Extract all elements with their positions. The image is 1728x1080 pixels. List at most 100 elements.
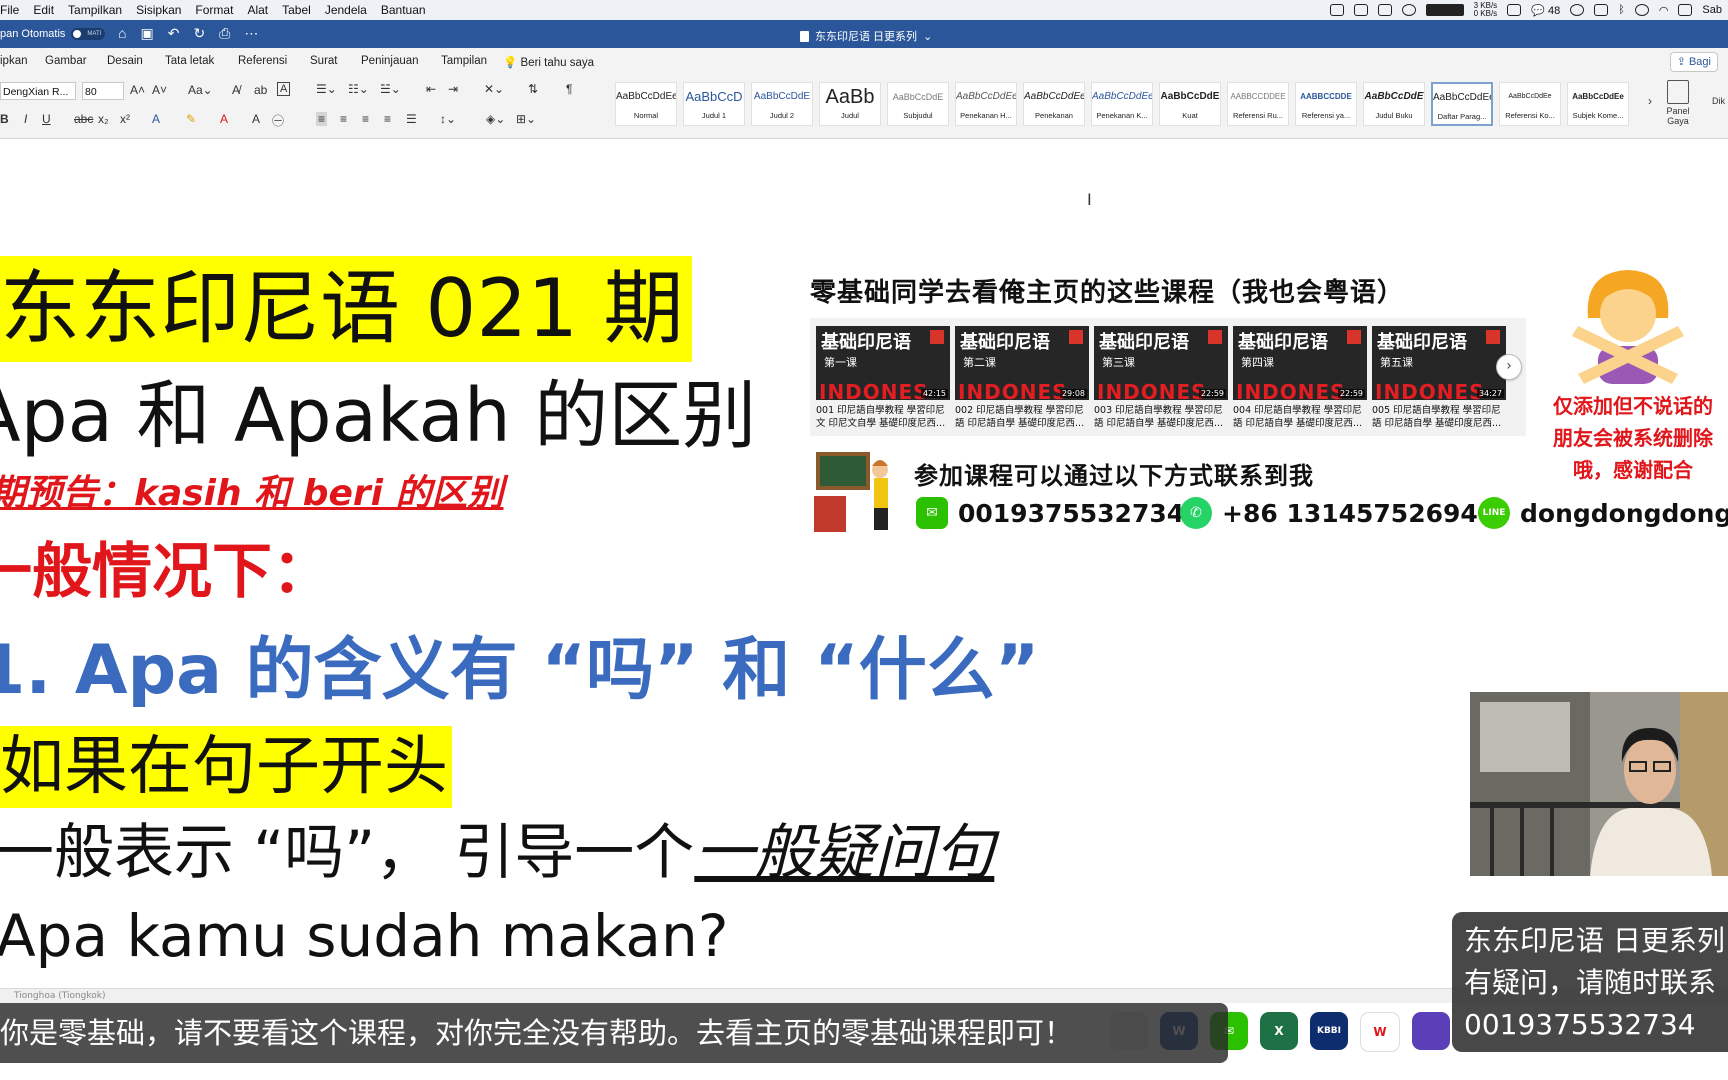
- tab-draw[interactable]: Gambar: [45, 55, 87, 67]
- menu-insert[interactable]: Sisipkan: [136, 3, 181, 17]
- video-caption[interactable]: 003 印尼語自學教程 學習印尼語 印尼語自學 基礎印度尼西...: [1094, 404, 1228, 430]
- print-icon[interactable]: ⎙: [219, 25, 230, 42]
- line-spacing-icon[interactable]: ↕⌄: [440, 112, 456, 126]
- battery-icon[interactable]: [1507, 4, 1522, 16]
- justify-icon[interactable]: ≡: [384, 112, 391, 126]
- video-caption[interactable]: 001 印尼語自學教程 學習印尼文 印尼文自學 基礎印度尼西...: [816, 404, 950, 430]
- excel-app-icon[interactable]: X: [1260, 1012, 1298, 1050]
- save-icon[interactable]: ▣: [140, 25, 153, 42]
- distributed-icon[interactable]: ☰: [406, 112, 417, 126]
- style-intense-reference[interactable]: AABBCCDDE Referensi ya...: [1295, 82, 1357, 126]
- line-contact[interactable]: LINE dongdongdong3: [1478, 496, 1728, 530]
- bold-icon[interactable]: B: [0, 112, 9, 126]
- numbering-icon[interactable]: ☷⌄: [348, 82, 369, 96]
- style-title[interactable]: AaBb Judul: [819, 82, 881, 126]
- share-button[interactable]: ⇪ Bagi: [1669, 52, 1718, 72]
- underline-icon[interactable]: U: [42, 112, 51, 126]
- menu-view[interactable]: Tampilkan: [68, 3, 122, 17]
- wechat-status-icon[interactable]: 💬 48: [1531, 4, 1560, 17]
- more-icon[interactable]: ⋯: [244, 25, 258, 42]
- style-emphasis[interactable]: AaBbCcDdEe Penekanan: [1023, 82, 1085, 126]
- menu-window[interactable]: Jendela: [325, 3, 367, 17]
- highlight-icon[interactable]: ✎: [186, 112, 196, 126]
- style-normal[interactable]: AaBbCcDdEe Normal: [615, 82, 677, 126]
- style-book-title[interactable]: AaBbCcDdE Judul Buku: [1363, 82, 1425, 126]
- subscript-icon[interactable]: x₂: [98, 112, 109, 126]
- shrink-font-icon[interactable]: A˅: [152, 83, 167, 97]
- video-caption[interactable]: 005 印尼語自學教程 學習印尼語 印尼語自學 基礎印度尼西...: [1372, 404, 1506, 430]
- style-comment-reference[interactable]: AaBbCcDdEe Referensi Ko...: [1499, 82, 1561, 126]
- menu-edit[interactable]: Edit: [33, 3, 54, 17]
- align-left-icon[interactable]: ≡: [316, 112, 328, 126]
- bluetooth-icon[interactable]: ᛒ: [1618, 4, 1625, 16]
- clear-format-icon[interactable]: A̸: [232, 83, 240, 97]
- tab-layout[interactable]: Tata letak: [165, 55, 214, 67]
- multilevel-list-icon[interactable]: ☱⌄: [380, 82, 401, 96]
- style-heading-1[interactable]: AaBbCcD Judul 1: [683, 82, 745, 126]
- align-right-icon[interactable]: ≡: [362, 112, 369, 126]
- styles-more-icon[interactable]: ›: [1648, 94, 1652, 108]
- wechat-contact[interactable]: ✉ 0019375532734: [916, 496, 1184, 530]
- wps-app-icon[interactable]: W: [1360, 1012, 1400, 1052]
- control-center-icon[interactable]: [1678, 4, 1693, 16]
- enclose-char-icon[interactable]: ㊀: [272, 112, 284, 129]
- change-case-icon[interactable]: Aa⌄: [188, 83, 213, 97]
- whatsapp-contact[interactable]: ✆ +86 13145752694: [1180, 496, 1478, 530]
- tell-me-search[interactable]: 💡 Beri tahu saya: [503, 55, 594, 69]
- bullets-icon[interactable]: ☰⌄: [316, 82, 337, 96]
- font-color-icon[interactable]: A: [220, 112, 228, 126]
- play-icon[interactable]: [1570, 4, 1585, 16]
- char-border-icon[interactable]: A: [277, 82, 291, 96]
- style-strong[interactable]: AaBbCcDdE Kuat: [1159, 82, 1221, 126]
- style-subtle-reference[interactable]: AABBCCDDEE Referensi Ru...: [1227, 82, 1289, 126]
- tab-references[interactable]: Referensi: [238, 55, 287, 67]
- autosave-toggle[interactable]: MATI: [71, 28, 106, 40]
- font-name-select[interactable]: DengXian R...: [0, 82, 76, 100]
- tab-insert[interactable]: ipkan: [0, 55, 28, 67]
- camera-icon[interactable]: [1377, 4, 1392, 16]
- home-icon[interactable]: ⌂: [118, 25, 126, 42]
- style-list-paragraph[interactable]: AaBbCcDdEe Daftar Parag...: [1431, 82, 1493, 126]
- next-arrow-icon[interactable]: ›: [1496, 354, 1522, 380]
- redo-icon[interactable]: ↻: [193, 25, 205, 42]
- video-thumbnail[interactable]: 基础印尼语 第三课 INDONES 22:59: [1094, 326, 1228, 400]
- app-icon[interactable]: [1412, 1012, 1450, 1050]
- cloud-icon[interactable]: [1401, 4, 1416, 16]
- dictate-button[interactable]: Dik: [1712, 96, 1725, 106]
- borders-icon[interactable]: ⊞⌄: [516, 112, 536, 126]
- video-thumbnail[interactable]: 基础印尼语 第一课 INDONES 42:15: [816, 326, 950, 400]
- superscript-icon[interactable]: x²: [120, 112, 130, 126]
- video-caption[interactable]: 002 印尼語自學教程 學習印尼語 印尼語自學 基礎印度尼西...: [955, 404, 1089, 430]
- style-comment-subject[interactable]: AaBbCcDdEe Subjek Kome...: [1567, 82, 1629, 126]
- style-subtitle[interactable]: AaBbCcDdE Subjudul: [887, 82, 949, 126]
- increase-indent-icon[interactable]: ⇥: [448, 82, 458, 96]
- menu-format[interactable]: Format: [195, 3, 233, 17]
- wifi-icon[interactable]: ◠: [1659, 4, 1669, 17]
- shading-icon[interactable]: ◈⌄: [486, 112, 505, 126]
- text-effects-icon[interactable]: A: [152, 112, 160, 126]
- cpu-graph-icon[interactable]: [1425, 4, 1464, 16]
- send-icon[interactable]: [1353, 4, 1368, 16]
- video-thumbnail[interactable]: 基础印尼语 第四课 INDONES 22:59: [1233, 326, 1367, 400]
- menu-tools[interactable]: Alat: [247, 3, 268, 17]
- italic-icon[interactable]: I: [24, 112, 27, 126]
- autosave-control[interactable]: pan Otomatis MATI: [0, 28, 106, 40]
- menu-help[interactable]: Bantuan: [381, 3, 426, 17]
- tab-mailings[interactable]: Surat: [310, 55, 338, 67]
- tab-review[interactable]: Peninjauan: [361, 55, 419, 67]
- tab-design[interactable]: Desain: [107, 55, 143, 67]
- style-intense-emphasis[interactable]: AaBbCcDdEe Penekanan K...: [1091, 82, 1153, 126]
- video-thumbnail[interactable]: 基础印尼语 第二课 INDONES 29:08: [955, 326, 1089, 400]
- menu-user[interactable]: Sab: [1702, 4, 1722, 16]
- undo-icon[interactable]: ↶: [168, 25, 180, 42]
- decrease-indent-icon[interactable]: ⇤: [426, 82, 436, 96]
- document-title[interactable]: 东东印尼语 日更系列 ⌄: [800, 28, 932, 44]
- styles-pane-button[interactable]: Panel Gaya: [1658, 80, 1698, 126]
- asian-layout-icon[interactable]: ✕⌄: [484, 82, 504, 96]
- tab-view[interactable]: Tampilan: [441, 55, 487, 67]
- show-marks-icon[interactable]: ¶: [566, 82, 572, 96]
- video-thumbnail[interactable]: 基础印尼语 第五课 INDONES 34:27: [1372, 326, 1506, 400]
- kbbi-app-icon[interactable]: KBBI: [1310, 1012, 1348, 1050]
- sort-icon[interactable]: ⇅: [528, 82, 538, 96]
- phonetic-guide-icon[interactable]: ab: [254, 83, 267, 97]
